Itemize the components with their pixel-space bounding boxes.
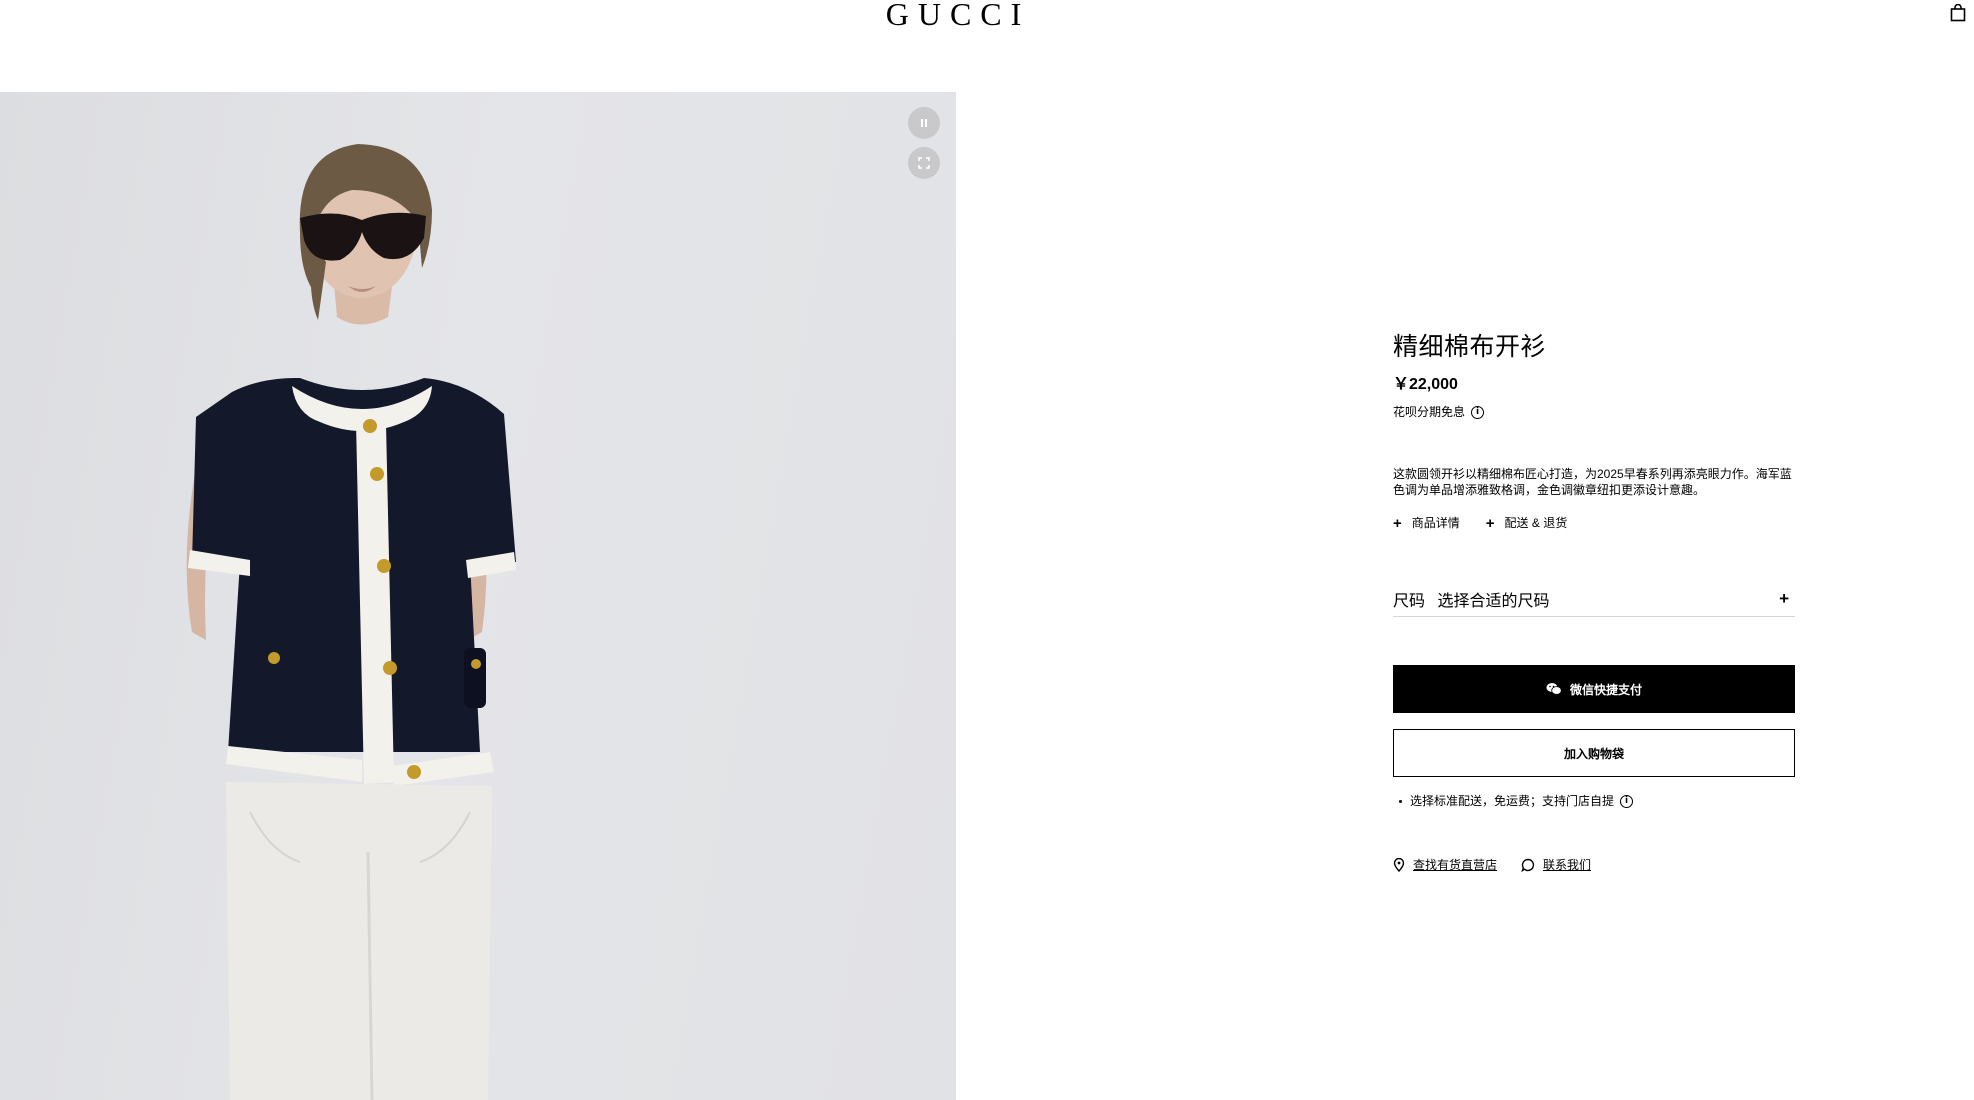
pause-icon — [921, 119, 927, 127]
fullscreen-icon — [918, 157, 930, 169]
shipping-returns-label: 配送 & 退货 — [1504, 516, 1568, 530]
chat-bubble-icon — [1521, 858, 1535, 872]
wechat-pay-label: 微信快捷支付 — [1569, 682, 1642, 697]
product-title: 精细棉布开衫 — [1393, 333, 1547, 361]
wechat-pay-button[interactable]: 微信快捷支付 — [1393, 665, 1795, 713]
product-video[interactable] — [0, 92, 956, 1100]
accordion-links: + 商品详情 + 配送 & 退货 — [1393, 515, 1795, 531]
size-label: 尺码 — [1393, 592, 1426, 610]
size-selector[interactable]: 尺码 选择合适的尺码 + — [1393, 581, 1795, 617]
shopping-bag-icon[interactable] — [1950, 3, 1966, 22]
product-details: 精细棉布开衫 ￥22,000 花呗分期免息 i 这款圆领开衫以精细棉布匠心打造，… — [1393, 330, 1795, 873]
pause-button[interactable] — [908, 107, 940, 139]
shipping-returns-toggle[interactable]: + 配送 & 退货 — [1486, 515, 1567, 531]
product-price: ￥22,000 — [1393, 376, 1458, 393]
wechat-icon — [1546, 682, 1562, 696]
shipping-note-text: 选择标准配送，免运费；支持门店自提 — [1410, 794, 1615, 808]
installment-info: 花呗分期免息 i — [1393, 404, 1795, 420]
bullet-dot — [1399, 799, 1402, 803]
info-icon[interactable]: i — [1620, 794, 1634, 808]
info-icon[interactable]: i — [1471, 405, 1485, 419]
find-store-label: 查找有货直营店 — [1413, 858, 1498, 872]
shipping-note: 选择标准配送，免运费；支持门店自提 i — [1393, 793, 1795, 809]
location-pin-icon — [1393, 858, 1405, 872]
plus-icon: + — [1779, 588, 1789, 608]
model-image — [186, 144, 516, 1100]
product-details-label: 商品详情 — [1411, 516, 1460, 530]
fullscreen-button[interactable] — [908, 147, 940, 179]
site-header: GUCCI — [0, 0, 1974, 92]
contact-us-link[interactable]: 联系我们 — [1521, 857, 1591, 873]
contact-row: 查找有货直营店 联系我们 — [1393, 857, 1795, 873]
find-store-link[interactable]: 查找有货直营店 — [1393, 857, 1497, 873]
gucci-logo[interactable]: GUCCI — [884, 0, 1032, 33]
plus-icon: + — [1393, 514, 1402, 532]
plus-icon: + — [1485, 514, 1495, 532]
contact-us-label: 联系我们 — [1543, 858, 1592, 872]
product-details-toggle[interactable]: + 商品详情 — [1393, 515, 1460, 531]
add-to-bag-button[interactable]: 加入购物袋 — [1393, 729, 1795, 777]
installment-label: 花呗分期免息 — [1393, 405, 1466, 419]
size-placeholder: 选择合适的尺码 — [1437, 592, 1550, 610]
product-description: 这款圆领开衫以精细棉布匠心打造，为2025早春系列再添亮眼力作。海军蓝色调为单品… — [1393, 467, 1792, 497]
